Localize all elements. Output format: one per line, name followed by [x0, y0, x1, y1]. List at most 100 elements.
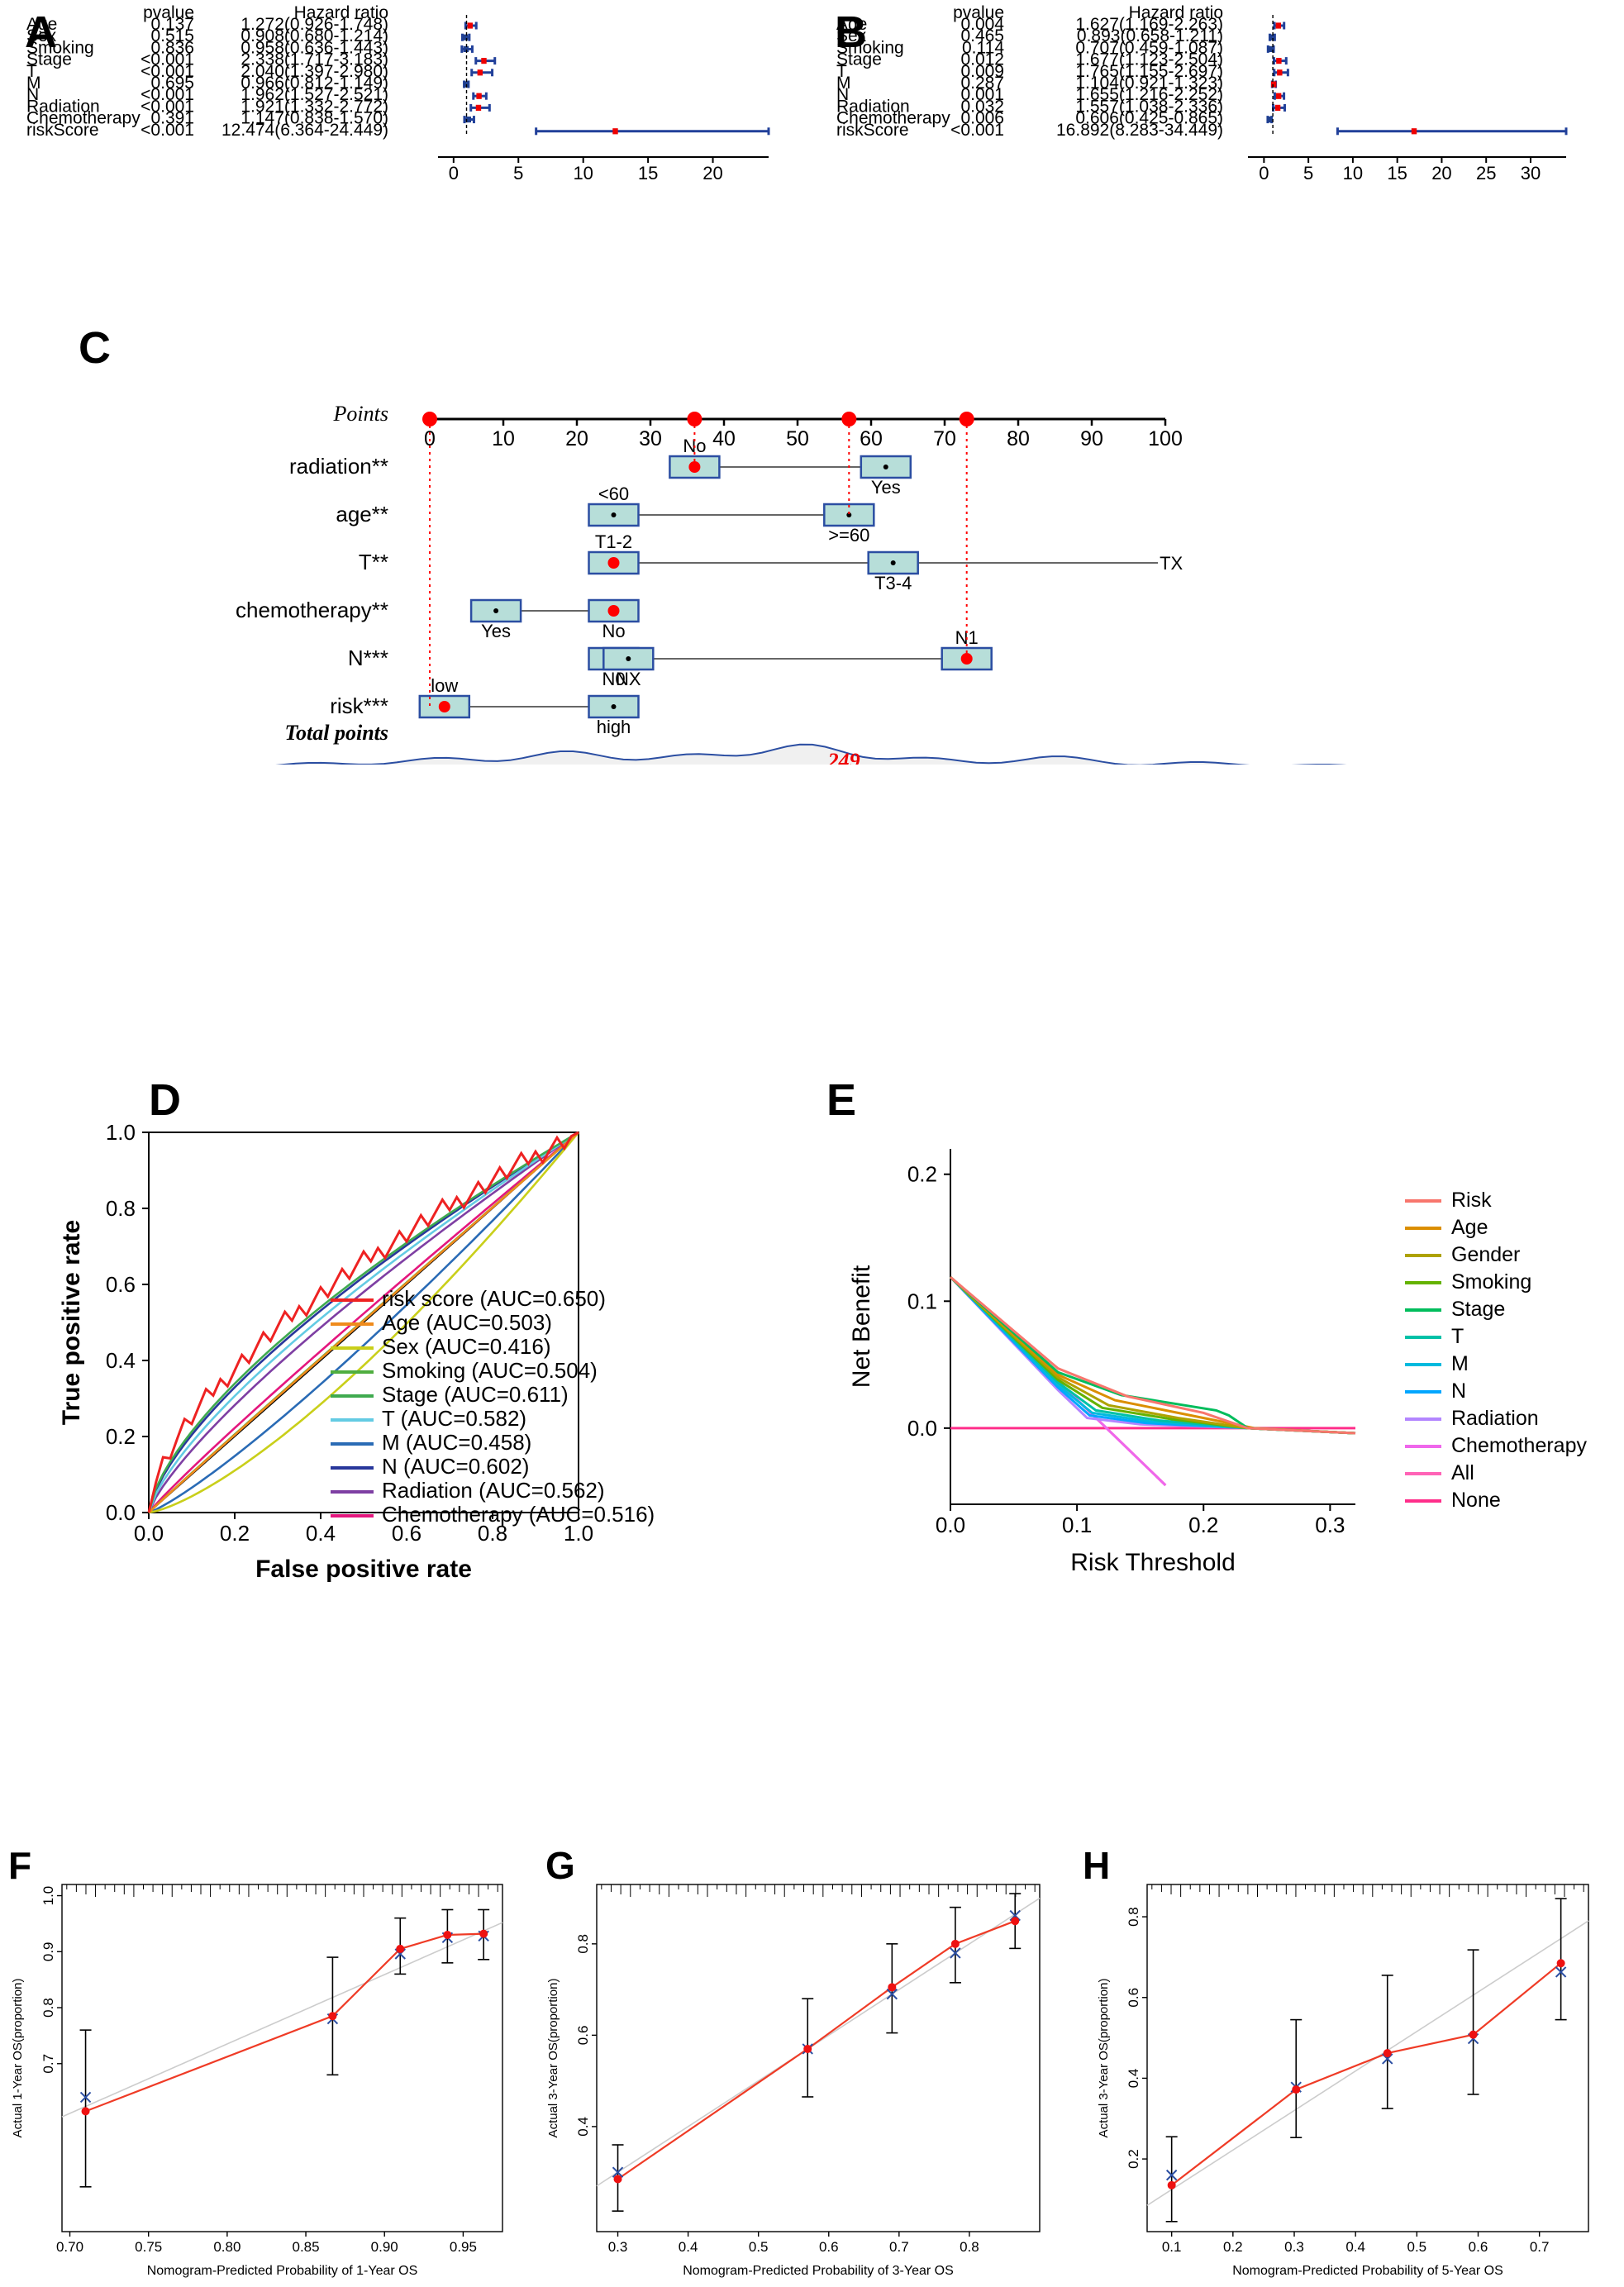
- calibration-x-axis-label: Nomogram-Predicted Probability of 1-Year…: [147, 2264, 418, 2278]
- nomogram-category-marker: [607, 557, 620, 569]
- nomogram-category-marker: [611, 512, 617, 517]
- calibration-x-tick-label: 0.85: [293, 2239, 320, 2255]
- calibration-x-tick-label: 0.7: [1530, 2239, 1550, 2255]
- nomogram-points-tick-label: 20: [565, 427, 588, 450]
- calibration-point-marker: [328, 2012, 337, 2021]
- dca-x-tick-label: 0.3: [1315, 1513, 1345, 1537]
- calibration-y-tick-label: 0.2: [1126, 2149, 1141, 2169]
- forest-row-hr: 16.892(8.283-34.449): [1056, 121, 1223, 140]
- dca-y-tick-label: 0.0: [907, 1416, 937, 1441]
- dca-x-tick-label: 0.0: [936, 1513, 965, 1537]
- calibration-point-marker: [1383, 2049, 1392, 2058]
- nomogram-total-label: Total points: [285, 721, 388, 745]
- roc-legend-label: Chemotherapy (AUC=0.516): [382, 1502, 655, 1527]
- forest-estimate-marker: [1275, 93, 1282, 99]
- calibration-x-axis-label: Nomogram-Predicted Probability of 3-Year…: [683, 2264, 954, 2278]
- dca-legend-label: Smoking: [1451, 1270, 1531, 1294]
- calibration-y-tick-label: 0.8: [40, 1998, 56, 2018]
- nomogram-category-marker: [493, 608, 499, 613]
- calibration-x-tick-label: 0.80: [213, 2239, 241, 2255]
- forest-x-tick-label: 10: [1343, 163, 1363, 183]
- dca-legend-label: M: [1451, 1352, 1469, 1375]
- forest-x-tick-label: 15: [1387, 163, 1407, 183]
- dca-curve: [949, 1276, 1356, 1435]
- roc-x-tick-label: 0.4: [306, 1521, 336, 1546]
- dca-legend-label: N: [1451, 1379, 1466, 1403]
- dca-legend-label: Gender: [1451, 1243, 1520, 1266]
- dca-legend-label: Age: [1451, 1216, 1488, 1239]
- nomogram-points-label: Points: [333, 402, 388, 426]
- nomogram-category-label: Yes: [481, 621, 511, 641]
- forest-estimate-marker: [1274, 104, 1281, 111]
- forest-x-tick-label: 30: [1521, 163, 1541, 183]
- forest-x-tick-label: 15: [638, 163, 658, 183]
- forest-estimate-marker: [1266, 117, 1273, 123]
- dca-curve: [949, 1276, 1356, 1435]
- nomogram-category-label: high: [597, 717, 631, 737]
- forest-x-tick-label: 5: [513, 163, 523, 183]
- dca-curve: [949, 1276, 1356, 1435]
- dca-x-axis-label: Risk Threshold: [1070, 1549, 1236, 1576]
- calibration-x-tick-label: 0.5: [749, 2239, 769, 2255]
- dca-legend-label: Radiation: [1451, 1407, 1539, 1430]
- nomogram-category-label: <60: [598, 484, 629, 504]
- nomogram-variable-label: N***: [348, 646, 388, 670]
- nomogram-points-tick-label: 100: [1148, 427, 1183, 450]
- forest-estimate-marker: [462, 34, 469, 40]
- calibration-x-tick-label: 0.7: [889, 2239, 909, 2255]
- nomogram-category-label: T1-2: [595, 531, 632, 552]
- calibration-point-marker: [1292, 2085, 1301, 2094]
- calibration-point-marker: [1556, 1959, 1565, 1968]
- nomogram-points-tick-label: 70: [933, 427, 956, 450]
- roc-y-tick-label: 0.8: [106, 1196, 136, 1221]
- nomogram-category-label: >=60: [828, 525, 869, 546]
- calibration-y-tick-label: 0.8: [575, 1934, 591, 1954]
- dca-curve: [950, 1275, 1356, 1435]
- forest-x-tick-label: 0: [1259, 163, 1269, 183]
- forest-x-tick-label: 20: [1431, 163, 1451, 183]
- calibration-x-tick-label: 0.6: [819, 2239, 839, 2255]
- calibration-frame: [61, 1884, 503, 2232]
- nomogram-points-tick-label: 60: [860, 427, 883, 450]
- calibration-x-tick-label: 0.1: [1162, 2239, 1182, 2255]
- calibration-point-marker: [1011, 1917, 1020, 1926]
- forest-estimate-marker: [1269, 34, 1275, 40]
- roc-x-axis-label: False positive rate: [255, 1556, 472, 1583]
- dca-legend-label: Risk: [1451, 1189, 1492, 1212]
- forest-row-name: riskScore: [26, 121, 99, 140]
- nomogram-category-label: low: [431, 675, 458, 696]
- calibration-point-marker: [1469, 2030, 1478, 2039]
- roc-x-tick-label: 0.0: [134, 1521, 164, 1546]
- forest-estimate-marker: [477, 69, 483, 76]
- calibration-y-tick-label: 0.6: [1126, 1988, 1141, 2008]
- nomogram-category-marker: [890, 560, 896, 565]
- nomogram-points-tick-label: 10: [492, 427, 515, 450]
- calibration-x-tick-label: 0.4: [1345, 2239, 1365, 2255]
- calibration-frame: [1146, 1884, 1589, 2232]
- forest-row-pvalue: <0.001: [950, 121, 1004, 140]
- roc-x-tick-label: 0.2: [220, 1521, 250, 1546]
- panel-e-dca-curve: 0.0 0.1 0.2 0.3 0.0 0.1 0.2 Risk Threshold Net B…: [848, 1149, 1587, 1576]
- calibration-x-tick-label: 0.4: [679, 2239, 698, 2255]
- forest-estimate-marker: [1271, 81, 1277, 88]
- roc-y-tick-label: 0.0: [106, 1500, 136, 1525]
- roc-y-tick-label: 0.2: [106, 1424, 136, 1449]
- roc-y-tick-label: 0.6: [106, 1272, 136, 1297]
- panel-h-calibration-5y: 0.1 0.2 0.3 0.4 0.5 0.6 0.7 0.2 0.4 0.6 0.8 Nomogra…: [1097, 1884, 1589, 2278]
- calibration-point-marker: [81, 2107, 90, 2116]
- nomogram-variable-label: risk***: [330, 693, 388, 718]
- calibration-y-tick-label: 0.4: [1126, 2069, 1141, 2089]
- nomogram-points-tick-label: 90: [1080, 427, 1103, 450]
- nomogram-variable-label: T**: [359, 550, 388, 574]
- nomogram-category-label: T3-4: [874, 573, 912, 593]
- nomogram-points-tick-label: 30: [639, 427, 662, 450]
- nomogram-category-marker: [883, 465, 888, 469]
- forest-estimate-marker: [476, 93, 482, 99]
- forest-estimate-marker: [475, 104, 482, 111]
- calibration-observed-line: [85, 1932, 484, 2113]
- nomogram-category-label: No: [602, 621, 625, 641]
- forest-row-hr: 12.474(6.364-24.449): [221, 121, 388, 140]
- calibration-y-tick-label: 0.6: [575, 2026, 591, 2046]
- panel-d-roc-curve: 0.0 0.2 0.4 0.6 0.8 1.00.00.20.40.60.81.0Fals…: [58, 1120, 655, 1583]
- roc-y-tick-label: 1.0: [106, 1120, 136, 1145]
